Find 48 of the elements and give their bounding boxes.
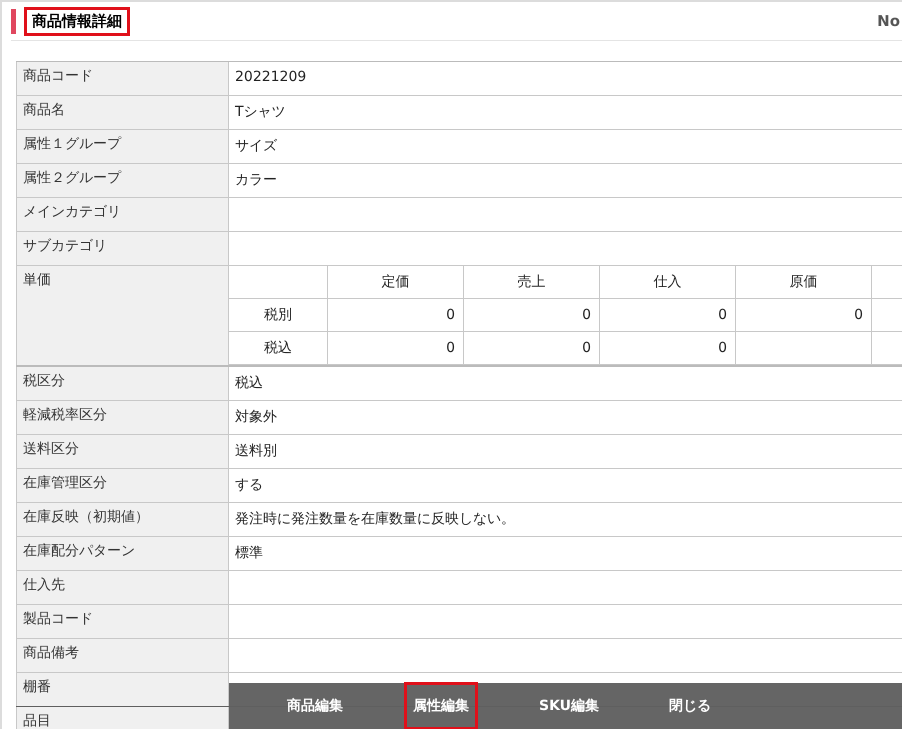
field-label: 送料区分: [16, 435, 229, 468]
field-value: 対象外: [234, 408, 278, 427]
field-label: 在庫反映（初期値）: [16, 503, 229, 536]
field-value: する: [234, 476, 264, 495]
accent-bar: [11, 8, 16, 34]
field-value: Tシャツ: [234, 103, 287, 122]
row-header: 税込: [229, 332, 328, 365]
page-title: 商品情報詳細: [24, 6, 130, 36]
field-value: 20221209: [234, 68, 308, 87]
field-value: 標準: [234, 544, 264, 563]
field-label: サブカテゴリ: [16, 232, 229, 265]
field-value: 発注時に発注数量を在庫数量に反映しない。: [234, 510, 516, 529]
action-button[interactable]: 商品編集: [278, 682, 352, 729]
row-header: 税別: [229, 299, 328, 332]
field-value: カラー: [234, 171, 278, 190]
table-cell: 0: [600, 332, 736, 365]
field-label: 商品名: [16, 96, 229, 129]
column-header: 仕入: [600, 266, 736, 299]
field-value: 送料別: [234, 442, 278, 461]
field-label: 在庫管理区分: [16, 469, 229, 502]
column-header: 原価: [736, 266, 872, 299]
table-cell: 0: [464, 332, 600, 365]
field-label: 商品コード: [16, 62, 229, 95]
column-header: 定価: [328, 266, 464, 299]
field-label: 税区分: [16, 367, 229, 400]
field-label: 属性１グループ: [16, 130, 229, 163]
column-header: 売上: [464, 266, 600, 299]
field-label: 単価: [16, 266, 229, 365]
field-label: 棚番: [16, 673, 229, 706]
action-button[interactable]: SKU編集: [530, 682, 608, 729]
field-value: サイズ: [234, 137, 278, 156]
table-cell: 0: [328, 299, 464, 332]
field-label: 軽減税率区分: [16, 401, 229, 434]
field-label: 仕入先: [16, 571, 229, 604]
action-button[interactable]: 属性編集: [404, 682, 478, 729]
field-value: 税込: [234, 374, 264, 393]
field-label: 品目: [16, 707, 229, 729]
table-cell: 0: [600, 299, 736, 332]
field-label: 製品コード: [16, 605, 229, 638]
field-label: メインカテゴリ: [16, 198, 229, 231]
table-cell: 0: [328, 332, 464, 365]
table-cell: 0: [736, 299, 872, 332]
table-cell: 0: [464, 299, 600, 332]
header-text: No: [877, 12, 900, 30]
field-label: 在庫配分パターン: [16, 537, 229, 570]
field-label: 商品備考: [16, 639, 229, 672]
action-button[interactable]: 閉じる: [660, 682, 720, 729]
field-label: 属性２グループ: [16, 164, 229, 197]
